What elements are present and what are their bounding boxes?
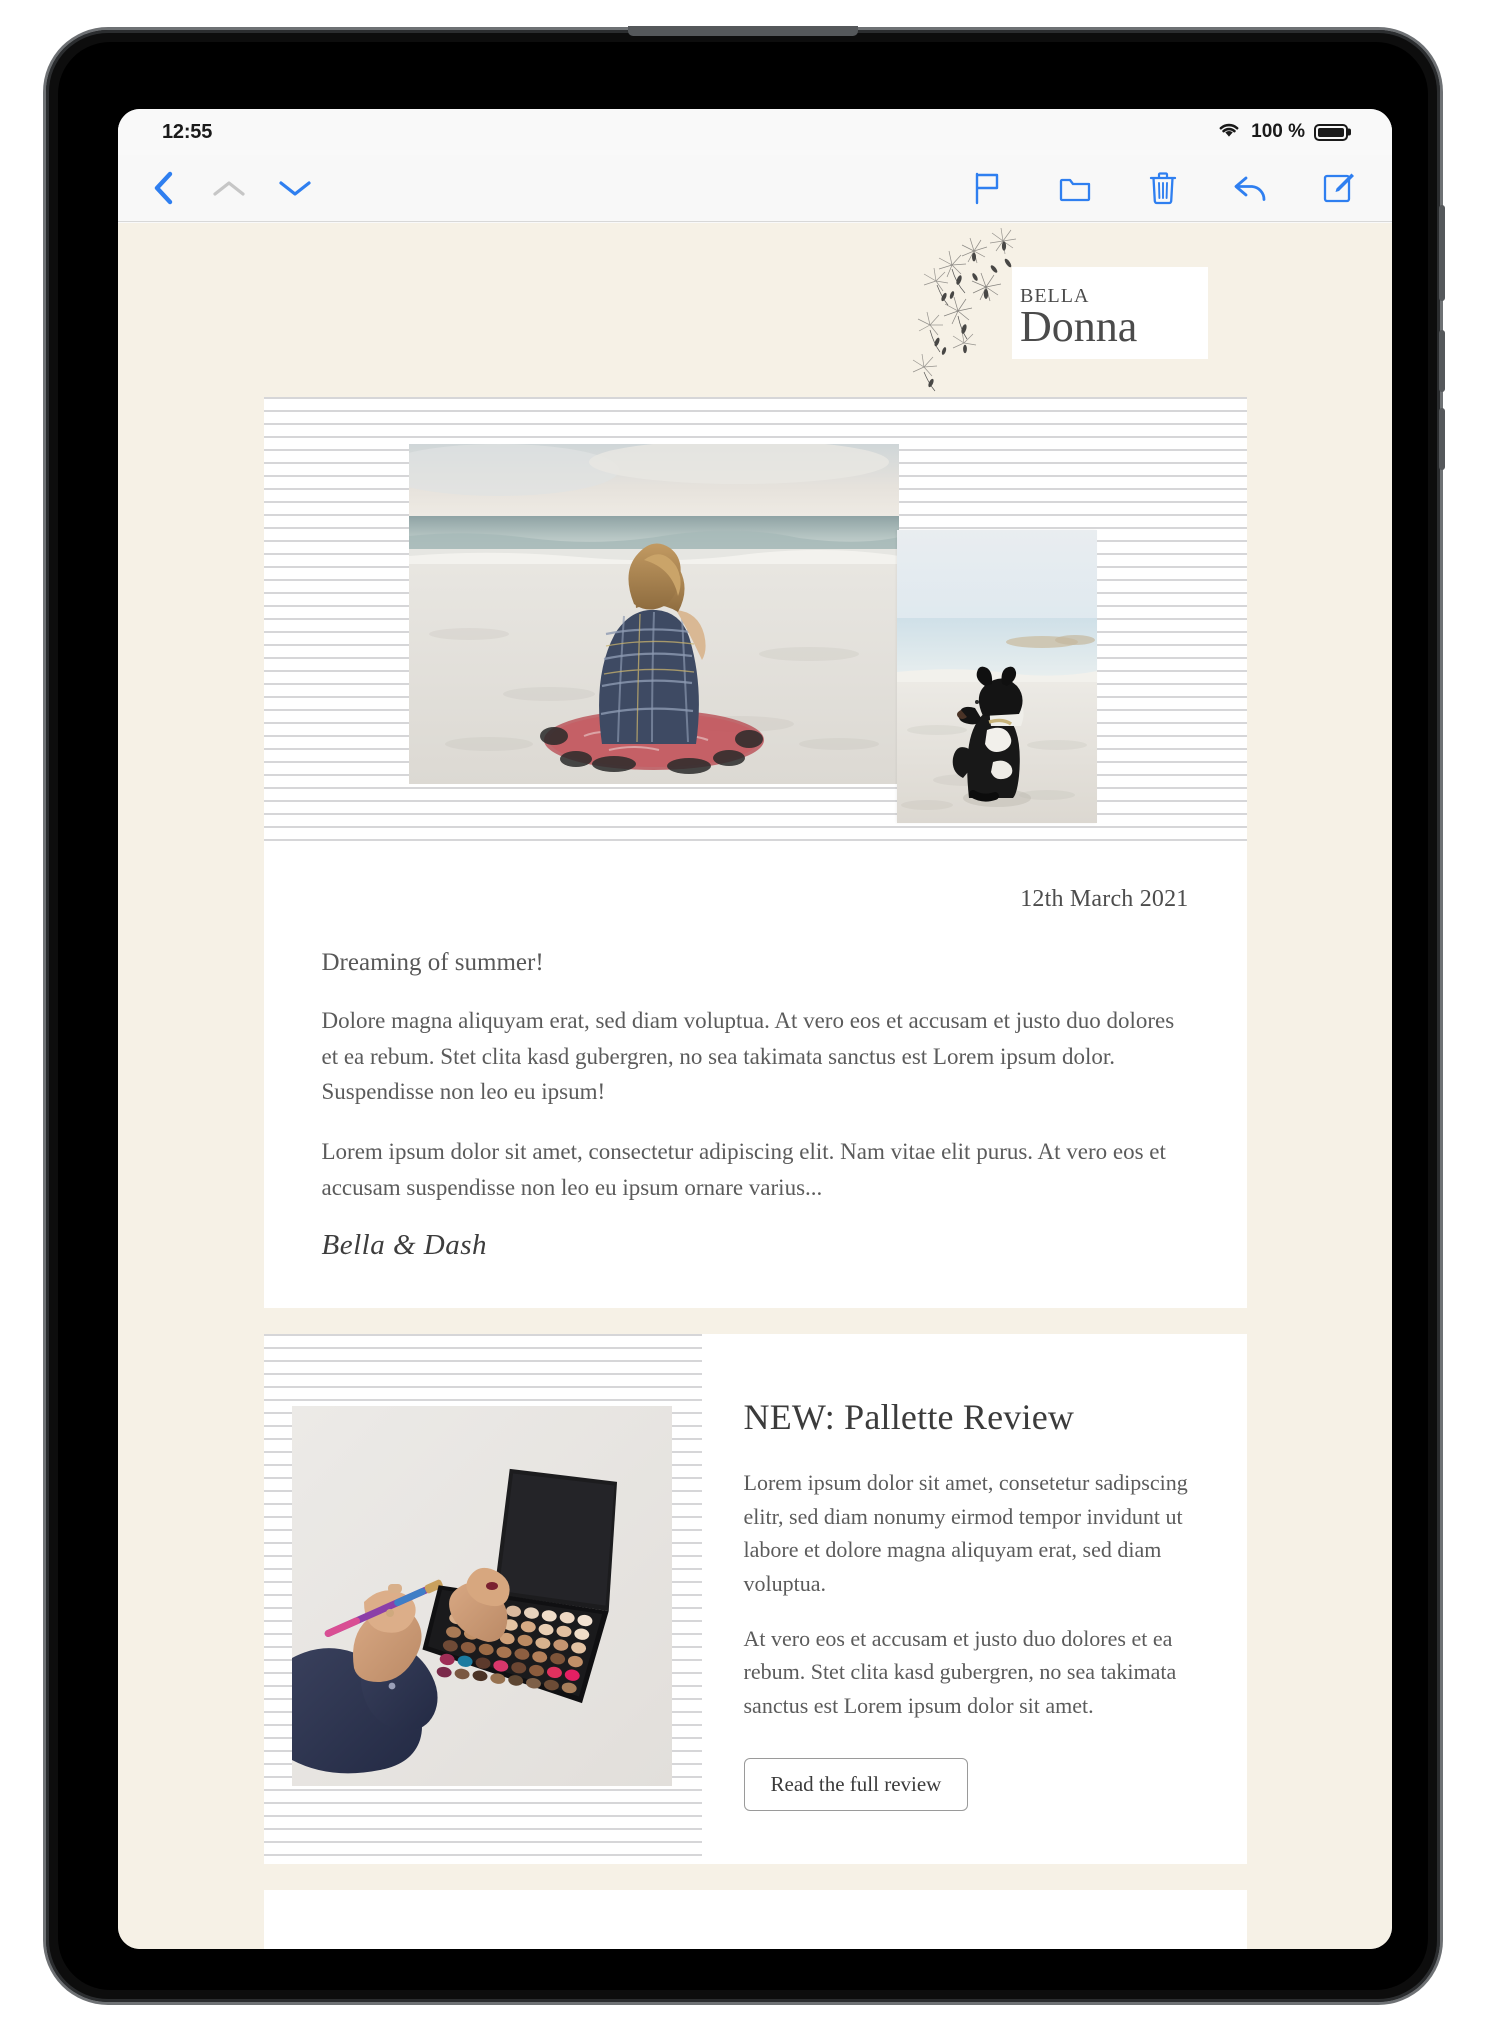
- letter-signature: Bella & Dash: [321, 1229, 487, 1262]
- battery-full-icon: [1314, 123, 1351, 141]
- review-text-column: NEW: Pallette Review Lorem ipsum dolor s…: [702, 1334, 1247, 1864]
- hero-image-block: [263, 397, 1247, 852]
- volume-up-button[interactable]: [1439, 330, 1445, 392]
- letter-paragraph: Lorem ipsum dolor sit amet, consectetur …: [321, 1138, 1166, 1200]
- review-block: NEW: Pallette Review Lorem ipsum dolor s…: [263, 1334, 1247, 1865]
- letter-date: 12th March 2021: [1020, 886, 1189, 912]
- next-section-peek: [263, 1890, 1247, 1949]
- flag-icon[interactable]: [968, 169, 1006, 207]
- chevron-down-icon[interactable]: [276, 169, 314, 207]
- review-title: NEW: Pallette Review: [743, 1397, 1075, 1438]
- chevron-left-icon[interactable]: [144, 169, 182, 207]
- ipad-device-frame: 12:55 100 % bella Donna 12th March 2021 …: [46, 26, 1445, 2002]
- battery-percent-label: 100 %: [1251, 121, 1305, 142]
- mail-toolbar: [118, 155, 1392, 222]
- folder-icon[interactable]: [1056, 169, 1094, 207]
- letter-block: 12th March 2021 Dreaming of summer! Dolo…: [263, 852, 1247, 1309]
- status-bar: 12:55 100 %: [118, 109, 1392, 155]
- review-paragraph: Lorem ipsum dolor sit amet, consetetur s…: [743, 1470, 1188, 1596]
- hand-holding-makeup-palette-photo: [291, 1406, 672, 1787]
- newsletter-header: Bella Donna: [118, 227, 1392, 397]
- status-time: 12:55: [162, 120, 213, 143]
- woman-on-beach-photo: [408, 444, 899, 784]
- wifi-icon: [1216, 120, 1242, 144]
- bella-donna-logo: Bella Donna: [908, 227, 1208, 392]
- apple-pencil-attachment: [628, 26, 858, 36]
- ipad-screen: 12:55 100 % bella Donna 12th March 2021 …: [118, 109, 1392, 1949]
- trash-icon[interactable]: [1144, 169, 1182, 207]
- review-paragraph: At vero eos et accusam et justo duo dolo…: [743, 1625, 1177, 1718]
- power-button[interactable]: [1439, 205, 1445, 301]
- letter-heading: Dreaming of summer!: [321, 949, 544, 976]
- review-image-column: [263, 1334, 702, 1865]
- compose-pencil-icon[interactable]: [1320, 169, 1358, 207]
- dog-on-beach-photo: [896, 530, 1097, 823]
- logo-line-donna: Donna: [1020, 301, 1138, 351]
- email-message-body[interactable]: Bella Donna: [118, 223, 1392, 1949]
- device-bezel: 12:55 100 % bella Donna 12th March 2021 …: [58, 42, 1428, 1990]
- volume-down-button[interactable]: [1439, 408, 1445, 470]
- chevron-up-icon: [210, 169, 248, 207]
- read-full-review-button[interactable]: Read the full review: [743, 1758, 969, 1812]
- reply-arrow-icon[interactable]: [1232, 169, 1270, 207]
- toolbar-action-group: [968, 169, 1358, 207]
- letter-paragraph: Dolore magna aliquyam erat, sed diam vol…: [321, 1008, 1175, 1105]
- logo-wordmark-box: Bella Donna: [1012, 267, 1208, 359]
- toolbar-navigation-group: [144, 169, 314, 207]
- status-indicators: 100 %: [1216, 120, 1351, 144]
